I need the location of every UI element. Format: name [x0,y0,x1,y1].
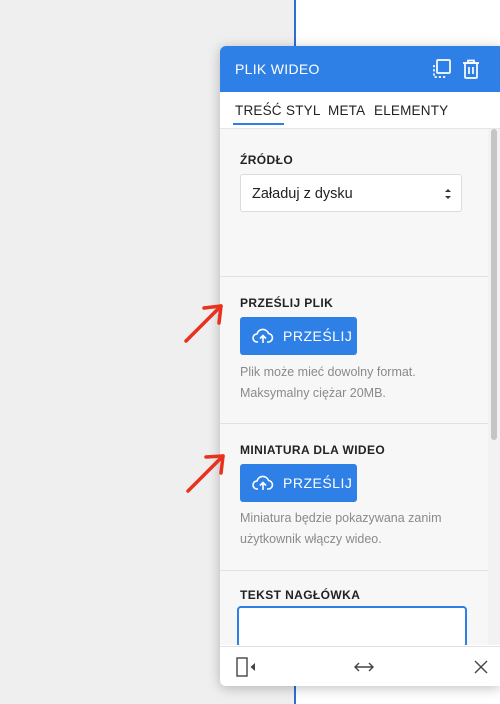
annotation-arrow-icon [180,443,260,503]
trash-icon[interactable] [459,57,483,81]
select-arrows-icon [443,186,453,202]
close-icon[interactable] [471,657,491,677]
heading-text-section: TEKST NAGŁÓWKA [220,571,488,645]
source-section: ŹRÓDŁO Załaduj z dysku [220,129,488,277]
tab-style[interactable]: STYL [286,103,321,118]
resize-horizontal-icon[interactable] [353,657,375,677]
thumbnail-section: MINIATURA DLA WIDEO PRZEŚLIJ Miniatura b… [220,424,488,571]
panel-title: PLIK WIDEO [235,61,320,77]
thumbnail-hint: Miniatura będzie pokazywana zanim użytko… [240,511,442,546]
tab-meta[interactable]: META [328,103,365,118]
heading-text-label: TEKST NAGŁÓWKA [240,588,361,602]
annotation-arrow-icon [178,294,258,354]
tab-content[interactable]: TREŚĆ [233,103,284,125]
thumbnail-label: MINIATURA DLA WIDEO [240,443,386,457]
source-select[interactable]: Załaduj z dysku [240,174,462,212]
panel-header: PLIK WIDEO [220,46,500,92]
panel-scrollbar[interactable] [488,129,500,645]
panel-footer [220,646,500,686]
panel-content: ŹRÓDŁO Załaduj z dysku PRZEŚLIJ PLIK PRZ… [220,129,488,645]
dock-panel-icon[interactable] [236,657,258,677]
heading-text-input[interactable] [237,606,467,645]
source-label: ŹRÓDŁO [240,153,294,167]
panel-tabs: TREŚĆ STYL META ELEMENTY [220,92,500,129]
upload-thumbnail-button-label: PRZEŚLIJ [283,475,353,491]
upload-file-hint: Plik może mieć dowolny format. Maksymaln… [240,365,416,400]
scrollbar-thumb[interactable] [491,129,497,440]
upload-file-section: PRZEŚLIJ PLIK PRZEŚLIJ Plik może mieć do… [220,277,488,424]
duplicate-icon[interactable] [429,57,453,81]
source-select-value: Załaduj z dysku [252,186,353,202]
tab-elements[interactable]: ELEMENTY [374,103,448,118]
properties-panel: PLIK WIDEO TREŚĆ STYL META ELEMENTY ŹRÓD… [220,46,500,686]
upload-file-button-label: PRZEŚLIJ [283,328,353,344]
